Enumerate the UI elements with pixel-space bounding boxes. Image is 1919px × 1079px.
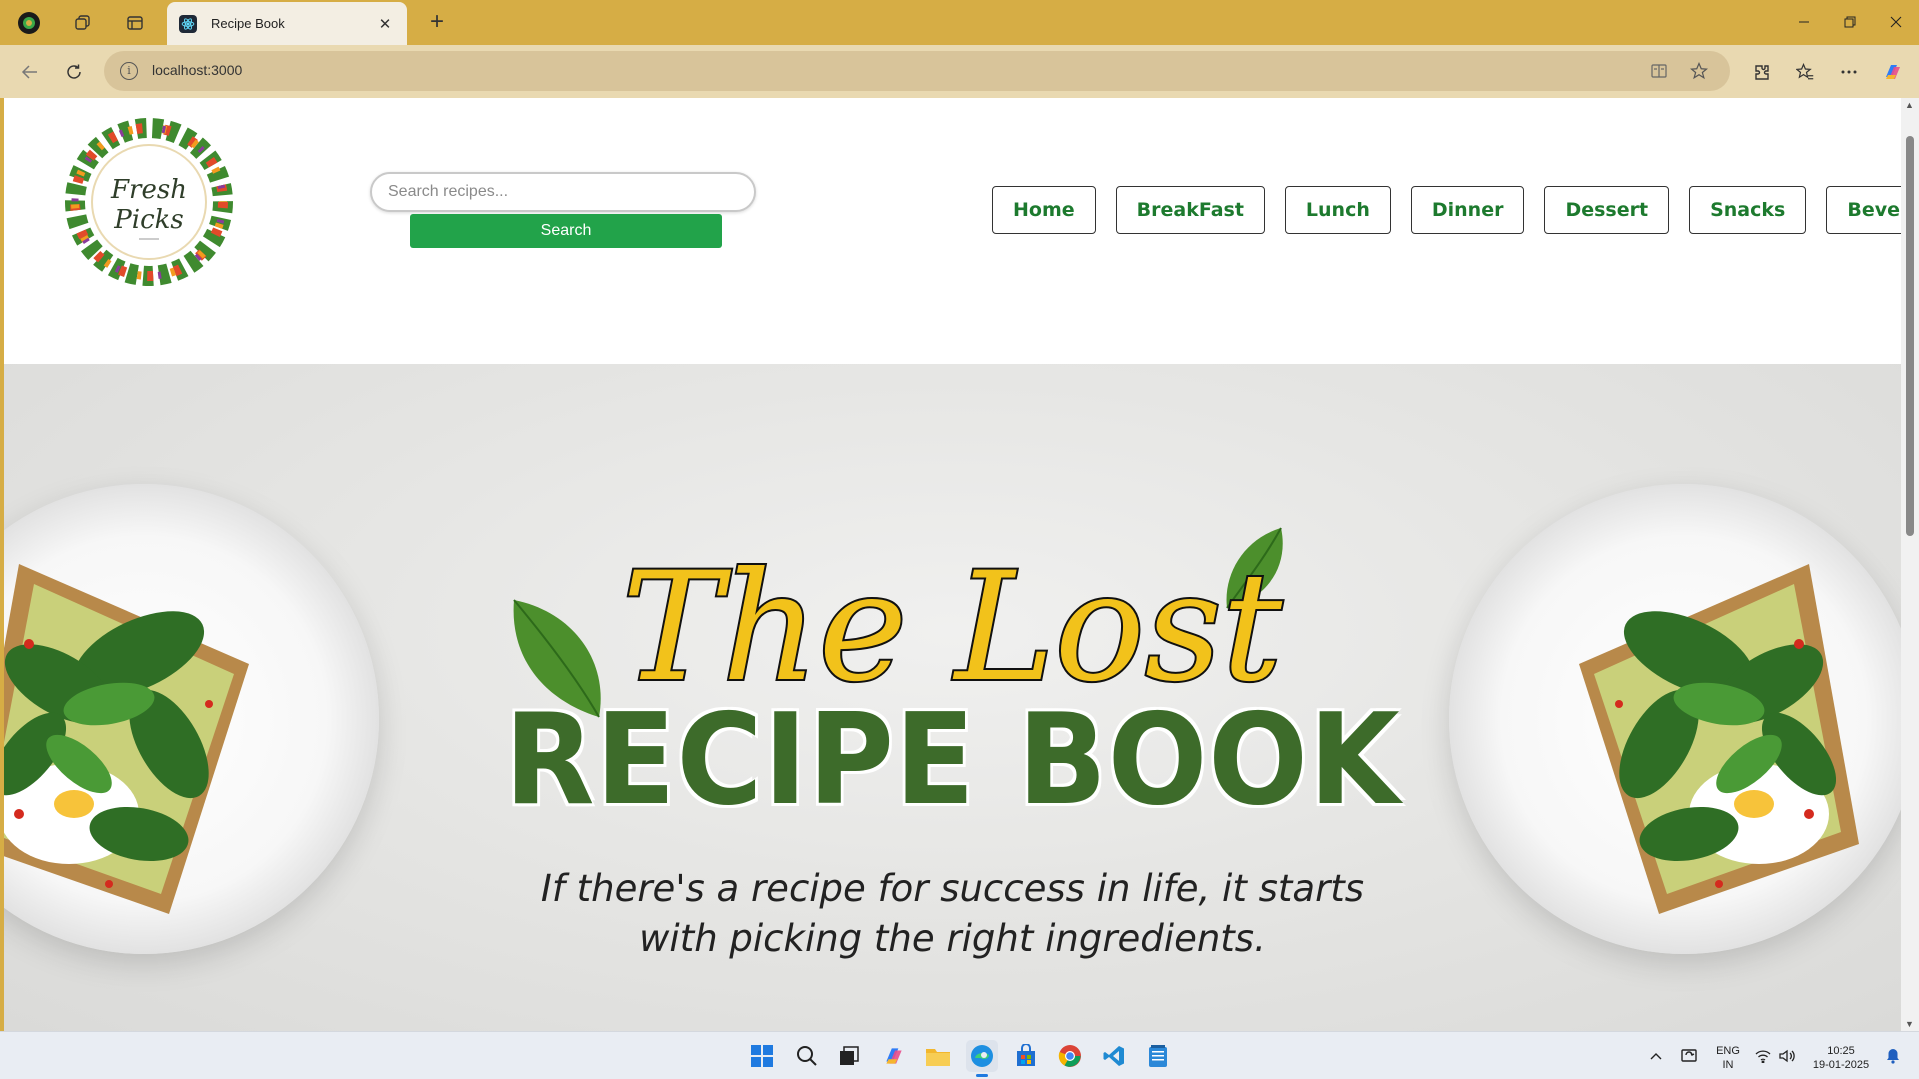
vscode-icon[interactable] [1098,1040,1130,1072]
copilot-taskbar-icon[interactable] [878,1040,910,1072]
url-text[interactable]: localhost:3000 [152,62,242,78]
category-nav: Home BreakFast Lunch Dinner Dessert Snac… [992,186,1901,234]
read-aloud-icon[interactable] [1648,60,1670,82]
clock[interactable]: 10:25 19-01-2025 [1808,1044,1874,1072]
tab-title: Recipe Book [211,16,285,31]
hero-tagline: If there's a recipe for success in life,… [4,864,1901,964]
workspaces-icon[interactable] [70,10,96,36]
nav-dinner[interactable]: Dinner [1410,186,1525,234]
windows-taskbar: ENG IN 10:25 19-01-2025 [0,1031,1919,1079]
sync-icon[interactable] [1676,1040,1702,1072]
vertical-tabs-icon[interactable] [122,10,148,36]
refresh-icon[interactable] [59,57,89,87]
file-explorer-icon[interactable] [922,1040,954,1072]
browser-toolbar: i localhost:3000 [0,45,1919,98]
volume-icon[interactable] [1776,1040,1798,1072]
chrome-icon[interactable] [1054,1040,1086,1072]
logo-text-picks: Picks [113,205,183,235]
start-icon[interactable] [746,1040,778,1072]
notepad-icon[interactable] [1142,1040,1174,1072]
logo-text-fresh: Fresh [110,175,187,205]
clock-time: 10:25 [1827,1045,1855,1057]
hero-tagline-line2: with picking the right ingredients. [639,917,1266,960]
close-window-icon[interactable] [1876,8,1916,36]
react-favicon-icon [179,14,197,33]
search-button[interactable]: Search [410,214,722,248]
scroll-thumb[interactable] [1906,136,1914,536]
tab-close-icon[interactable]: ✕ [375,15,395,33]
task-view-icon[interactable] [833,1040,865,1072]
new-tab-button[interactable]: + [422,8,452,36]
edge-icon[interactable] [966,1040,998,1077]
wifi-icon[interactable] [1752,1040,1774,1072]
nav-home[interactable]: Home [992,186,1096,234]
page-viewport: Fresh Picks Search Home BreakFast Lunch … [4,98,1901,1031]
extensions-icon[interactable] [1748,58,1776,86]
clock-date: 19-01-2025 [1812,1059,1870,1071]
nav-breakfast[interactable]: BreakFast [1115,186,1265,234]
store-icon[interactable] [1010,1040,1042,1072]
page-scrollbar[interactable]: ▲ ▼ [1901,98,1919,1031]
nav-beverages[interactable]: Beverages [1826,186,1901,234]
hero-main-title: RECIPE BOOK [504,686,1401,833]
nav-dessert[interactable]: Dessert [1544,186,1670,234]
search-icon[interactable] [791,1040,823,1072]
scroll-up-arrow-icon[interactable]: ▲ [1905,100,1914,110]
address-bar[interactable]: i localhost:3000 [104,51,1730,91]
site-info-icon[interactable]: i [120,62,138,80]
scroll-down-arrow-icon[interactable]: ▼ [1905,1019,1914,1029]
hero-tagline-line1: If there's a recipe for success in life,… [540,867,1365,910]
nav-lunch[interactable]: Lunch [1284,186,1391,234]
copilot-icon[interactable] [1879,58,1907,86]
favorite-star-icon[interactable] [1688,60,1710,82]
lang-in: IN [1722,1059,1734,1071]
favorites-icon[interactable] [1791,58,1819,86]
language-indicator[interactable]: ENG IN [1716,1044,1740,1072]
minimize-icon[interactable] [1784,8,1824,36]
chevron-up-icon[interactable] [1646,1040,1666,1072]
fresh-picks-logo[interactable]: Fresh Picks [54,114,244,294]
restore-icon[interactable] [1830,8,1870,36]
nav-snacks[interactable]: Snacks [1689,186,1807,234]
notification-bell-icon[interactable] [1882,1040,1904,1072]
back-icon[interactable] [15,57,45,87]
active-tab[interactable]: Recipe Book ✕ [167,2,407,45]
lang-eng: ENG [1716,1045,1740,1057]
site-header: Fresh Picks Search Home BreakFast Lunch … [4,98,1901,364]
more-options-icon[interactable] [1835,58,1863,86]
browser-title-bar: Recipe Book ✕ + [0,0,1919,45]
search-input[interactable] [370,172,756,212]
hero-banner: The Lost RECIPE BOOK If there's a recipe… [4,364,1901,1031]
profile-icon[interactable] [16,10,42,36]
